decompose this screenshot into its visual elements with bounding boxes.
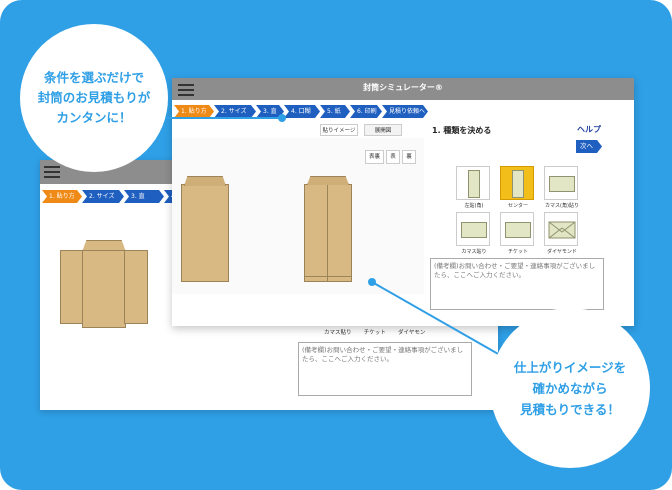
step-5-tab[interactable]: 5. 紙 [320,105,350,118]
step-4-tab[interactable]: 4. 口糊 [284,105,320,118]
option-kamasu-kaku[interactable]: カマス(角)貼り [534,166,590,212]
callout-2-line-3: 見積もりできる！ [520,401,620,417]
callout-preview-quote: 仕上がりイメージを 確かめながら 見積もりできる！ [490,308,650,468]
back-step-1[interactable]: 1. 貼り方 [42,190,82,203]
next-button[interactable]: 次へ [576,140,602,153]
envelope-back-image [304,176,352,282]
back-step-3[interactable]: 3. 直 [124,190,164,203]
view-back-button[interactable]: 裏 [402,150,417,164]
step-3-tab[interactable]: 3. 直 [256,105,284,118]
app-title: 封筒シミュレーター® [363,83,443,92]
option-diamond-thumb [544,212,578,246]
view-front-button[interactable]: 表 [386,150,401,164]
back-label-ticket: チケット [363,330,386,336]
back-envelope-unfolded [60,240,150,328]
promo-frame: 1. 貼り方 2. サイズ 3. 直 4. 口 カマス貼り チケット ダイヤモン… [0,0,672,490]
back-label-diamond: ダイヤモン [398,330,426,336]
help-link[interactable]: ヘルプ [577,124,601,135]
back-menu-icon[interactable] [44,166,60,178]
step-2-tab[interactable]: 2. サイズ [214,105,256,118]
envelope-front-image [181,184,229,282]
back-option-labels: カマス貼り チケット ダイヤモン [324,328,425,336]
callout-2-line-1: 仕上がりイメージを [513,359,627,375]
callout-1-line-2: 封筒のお見積もりが [37,90,151,105]
preview-tab-layout[interactable]: 展開図 [364,124,402,136]
back-step-2[interactable]: 2. サイズ [82,190,124,203]
option-kamasu-kaku-thumb [544,166,578,200]
option-kamasu-thumb [456,212,490,246]
option-hidari-thumb [456,166,490,200]
preview-tab-image[interactable]: 貼りイメージ [320,124,358,136]
callout-2-line-2: 確かめながら [532,380,608,396]
quote-request-tab[interactable]: 見積り依頼へ [382,105,428,118]
view-buttons: 表裏 表 裏 [365,150,417,166]
option-diamond[interactable]: ダイヤモンド [534,212,590,258]
section-heading: 1. 種類を決める [432,126,492,135]
view-both-button[interactable]: 表裏 [365,150,385,164]
option-diamond-label: ダイヤモンド [547,249,577,255]
back-note-textarea[interactable]: (備考欄)お問い合わせ・ご要望・連絡事項がございましたら、ここへご入力ください。 [298,342,472,396]
option-kamasu-kaku-label: カマス(角)貼り [545,203,579,209]
front-app-window: 封筒シミュレーター® 1. 貼り方 2. サイズ 3. 直 4. 口糊 5. 紙… [172,78,634,326]
note-textarea[interactable]: (備考欄)お問い合わせ・ご要望・連絡事項がございましたら、ここへご入力ください。 [430,258,604,310]
step-6-tab[interactable]: 6. 印刷 [350,105,382,118]
option-ticket-thumb [500,212,534,246]
back-label-kamasu: カマス貼り [324,330,352,336]
callout-easy-quote: 条件を選ぶだけで 封筒のお見積もりが カンタンに！ [20,24,168,172]
callout-1-line-1: 条件を選ぶだけで [43,70,144,85]
step-1-tab[interactable]: 1. 貼り方 [174,105,214,118]
option-center-thumb [500,166,534,200]
callout-1-line-3: カンタンに！ [56,110,132,125]
